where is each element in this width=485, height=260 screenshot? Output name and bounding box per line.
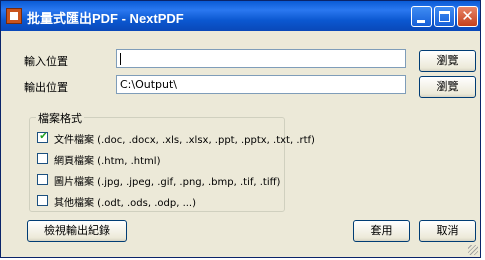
document-files-label[interactable]: 文件檔案 (.doc, .docx, .xls, .xlsx, .ppt, .p… — [54, 131, 315, 146]
maximize-button[interactable] — [434, 6, 455, 27]
window-title: 批量式匯出PDF - NextPDF — [27, 11, 184, 26]
maximize-icon — [439, 11, 450, 22]
other-files-label[interactable]: 其他檔案 (.odt, .ods, .odp, ...) — [54, 194, 196, 209]
minimize-icon — [417, 20, 425, 23]
cancel-button[interactable]: 取消 — [419, 220, 476, 242]
app-icon — [6, 8, 22, 24]
output-location-field[interactable]: C:\Output\ — [116, 75, 406, 94]
file-format-group-title: 檔案格式 — [36, 110, 84, 126]
output-location-label: 輸出位置 — [24, 81, 68, 94]
web-files-label[interactable]: 網頁檔案 (.htm, .html) — [54, 152, 160, 167]
close-icon: ✕ — [461, 7, 474, 25]
browse-input-button[interactable]: 瀏覽 — [419, 50, 476, 72]
input-location-field[interactable] — [116, 49, 406, 68]
apply-button[interactable]: 套用 — [353, 220, 410, 242]
checkmark-icon: ✔ — [39, 131, 48, 142]
minimize-button[interactable] — [411, 6, 432, 27]
resize-grip-icon[interactable] — [468, 245, 478, 255]
text-caret — [120, 53, 121, 65]
other-files-checkbox[interactable] — [37, 195, 48, 206]
image-files-label[interactable]: 圖片檔案 (.jpg, .jpeg, .gif, .png, .bmp, .ti… — [54, 173, 280, 188]
web-files-checkbox[interactable] — [37, 153, 48, 164]
close-button[interactable]: ✕ — [457, 6, 478, 27]
view-output-log-button[interactable]: 檢視輸出紀錄 — [27, 220, 127, 242]
title-bar[interactable]: 批量式匯出PDF - NextPDF ✕ — [1, 1, 480, 31]
browse-output-button[interactable]: 瀏覽 — [419, 76, 476, 98]
image-files-checkbox[interactable] — [37, 174, 48, 185]
dialog-window: 批量式匯出PDF - NextPDF ✕ 輸入位置 瀏覽 輸出位置 C:\Out… — [0, 0, 481, 258]
input-location-label: 輸入位置 — [24, 55, 68, 68]
document-files-checkbox[interactable]: ✔ — [37, 131, 48, 143]
